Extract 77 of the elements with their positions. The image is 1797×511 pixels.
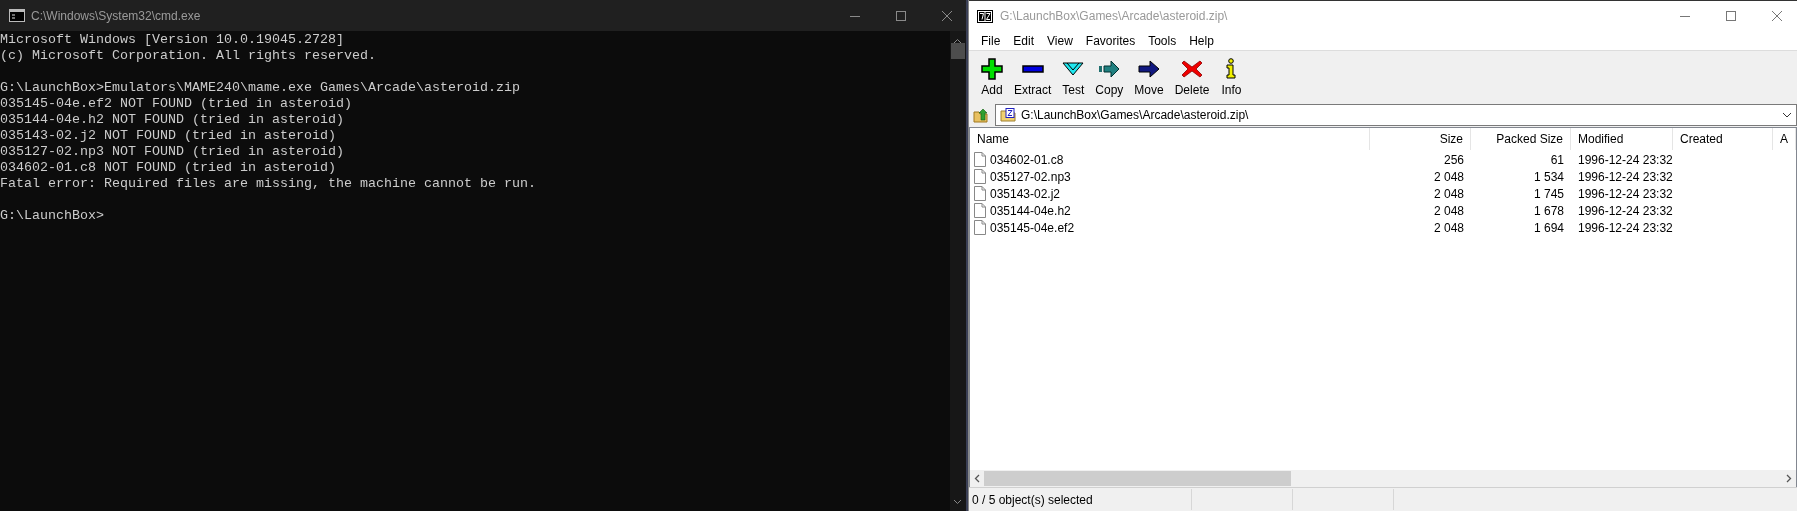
file-name[interactable]: 035127-02.np3 xyxy=(990,169,1071,184)
close-icon[interactable] xyxy=(1771,10,1783,22)
menu-item[interactable]: Tools xyxy=(1142,33,1184,48)
toolbar-button[interactable]: Info xyxy=(1216,55,1247,99)
table-cell: 2 048 xyxy=(1433,186,1464,201)
file-icon xyxy=(974,169,986,184)
close-icon[interactable] xyxy=(941,9,953,22)
table-cell: 1996-12-24 23:32 xyxy=(1578,186,1673,201)
table-cell: 1 678 xyxy=(1533,203,1564,218)
table-cell: 1996-12-24 23:32 xyxy=(1578,220,1673,235)
table-cell: 2 048 xyxy=(1433,203,1464,218)
table-cell: 1 534 xyxy=(1533,169,1564,184)
scrollbar[interactable] xyxy=(950,31,966,511)
scrollbar-thumb[interactable] xyxy=(984,471,1291,486)
console-line: 035145-04e.ef2 NOT FOUND (tried in asteroid) xyxy=(0,96,352,112)
toolbar-button[interactable]: Delete xyxy=(1170,55,1214,99)
window-title: G:\LaunchBox\Games\Arcade\asteroid.zip\ xyxy=(1000,9,1229,23)
menu-item[interactable]: Help xyxy=(1183,33,1221,48)
console-line: G:\LaunchBox>Emulators\MAME240\mame.exe Games\Arcade\asteroid.zip xyxy=(0,80,520,96)
file-name[interactable]: 035144-04e.h2 xyxy=(990,203,1071,218)
file-name[interactable]: 035145-04e.ef2 xyxy=(990,220,1075,235)
column-header[interactable]: Created xyxy=(1673,128,1773,150)
toolbar-button[interactable]: Copy xyxy=(1091,55,1128,99)
table-cell: 2 048 xyxy=(1433,169,1464,184)
column-header[interactable]: A xyxy=(1773,128,1796,150)
maximize-icon[interactable] xyxy=(1725,10,1737,22)
toolbar-button[interactable]: Add xyxy=(977,55,1007,99)
console-line: (c) Microsoft Corporation. All rights reserved. xyxy=(0,48,376,64)
column-header[interactable]: Size xyxy=(1370,128,1471,150)
console-app-icon xyxy=(9,9,25,22)
console-line: G:\LaunchBox> xyxy=(0,208,104,224)
menu-item[interactable]: File xyxy=(975,33,1008,48)
app-logo-icon xyxy=(977,9,993,23)
console-line: 035127-02.np3 NOT FOUND (tried in asteroid) xyxy=(0,144,344,160)
folder-up-icon[interactable] xyxy=(973,107,989,123)
toolbar-button[interactable]: Extract xyxy=(1010,55,1056,99)
toolbar-button[interactable]: Move xyxy=(1130,55,1168,99)
window-title: C:\Windows\System32\cmd.exe xyxy=(31,8,202,23)
arrow-right-icon xyxy=(1138,57,1161,80)
file-icon xyxy=(974,152,986,167)
scroll-left-icon[interactable] xyxy=(974,474,980,483)
console-line: 035144-04e.h2 NOT FOUND (tried in asteroid) xyxy=(0,112,344,128)
maximize-icon[interactable] xyxy=(895,9,907,22)
column-header[interactable]: Name xyxy=(970,128,1370,150)
console-line: Microsoft Windows [Version 10.0.19045.2728] xyxy=(0,32,344,48)
dropdown-caret-icon[interactable] xyxy=(1782,112,1792,118)
table-cell: 2 048 xyxy=(1433,220,1464,235)
table-cell: 256 xyxy=(1443,152,1464,167)
table-cell: 61 xyxy=(1550,152,1564,167)
table-cell: 1996-12-24 23:32 xyxy=(1578,152,1673,167)
file-name[interactable]: 035143-02.j2 xyxy=(990,186,1061,201)
scrollbar-thumb[interactable] xyxy=(951,43,965,59)
table-cell: 1996-12-24 23:32 xyxy=(1578,203,1673,218)
file-icon xyxy=(974,220,986,235)
console-line: 035143-02.j2 NOT FOUND (tried in asteroid) xyxy=(0,128,336,144)
menu-item[interactable]: View xyxy=(1041,33,1080,48)
table-cell: 1 745 xyxy=(1533,186,1564,201)
scroll-down-icon[interactable] xyxy=(953,499,963,505)
address-text: G:\LaunchBox\Games\Arcade\asteroid.zip\ xyxy=(1021,108,1250,122)
status-text: 0 / 5 object(s) selected xyxy=(971,492,1094,507)
table-cell: 1 694 xyxy=(1533,220,1564,235)
menu-item[interactable]: Favorites xyxy=(1079,33,1143,48)
plus-icon xyxy=(981,57,1003,80)
column-header[interactable]: Packed Size xyxy=(1471,128,1571,150)
address-field[interactable]: G:\LaunchBox\Games\Arcade\asteroid.zip\ xyxy=(995,104,1797,126)
archive-icon xyxy=(1000,108,1016,122)
scroll-right-icon[interactable] xyxy=(1786,474,1792,483)
column-header[interactable]: Modified xyxy=(1571,128,1673,150)
horizontal-scrollbar[interactable] xyxy=(970,470,1796,487)
file-name[interactable]: 034602-01.c8 xyxy=(990,152,1064,167)
file-icon xyxy=(974,186,986,201)
file-icon xyxy=(974,203,986,218)
table-cell: 1996-12-24 23:32 xyxy=(1578,169,1673,184)
console-line: 034602-01.c8 NOT FOUND (tried in asteroid) xyxy=(0,160,336,176)
toolbar-button[interactable]: Test xyxy=(1058,55,1089,99)
menu-item[interactable]: Edit xyxy=(1007,33,1041,48)
console-line: Fatal error: Required files are missing, the machine cannot be run. xyxy=(0,176,536,192)
